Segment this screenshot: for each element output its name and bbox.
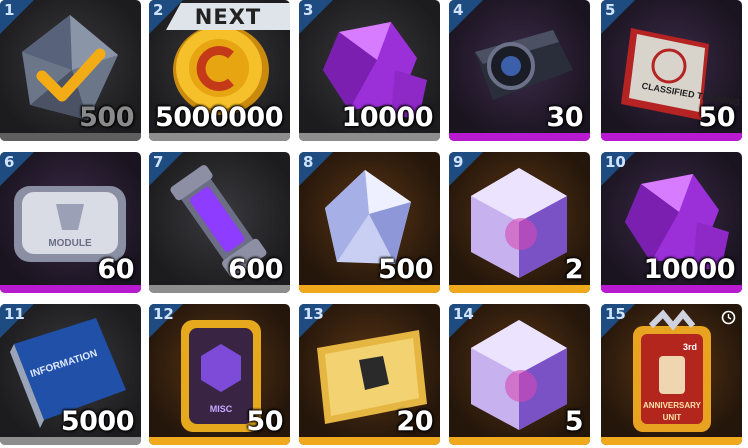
- reward-tile-11[interactable]: INFORMATION 11 5000: [0, 304, 141, 445]
- tile-quantity: 20: [396, 406, 433, 437]
- rarity-bar: [149, 133, 290, 141]
- reward-tile-3[interactable]: 3 10000: [299, 0, 440, 141]
- misc-label: MISC: [210, 404, 233, 414]
- anniversary-label: ANNIVERSARY: [643, 401, 702, 410]
- rarity-bar: [601, 133, 742, 141]
- rarity-bar: [149, 285, 290, 293]
- rarity-bar: [149, 437, 290, 445]
- tile-number: 3: [303, 1, 314, 19]
- rarity-bar: [0, 285, 141, 293]
- tile-quantity: 2: [564, 254, 584, 285]
- rarity-bar: [449, 133, 590, 141]
- tile-number: 9: [453, 153, 464, 171]
- rarity-bar: [0, 437, 141, 445]
- reward-tile-9[interactable]: 9 2: [449, 152, 590, 293]
- tile-quantity: 5: [564, 406, 584, 437]
- tile-number: 4: [453, 1, 464, 19]
- reward-tile-14[interactable]: 14 5: [449, 304, 590, 445]
- tile-number: 7: [153, 153, 164, 171]
- tile-quantity: 10000: [643, 254, 736, 285]
- reward-tile-13[interactable]: 13 20: [299, 304, 440, 445]
- rarity-bar: [601, 285, 742, 293]
- tile-number: 6: [4, 153, 15, 171]
- tile-number: 1: [4, 1, 15, 19]
- rarity-bar: [0, 133, 141, 141]
- tile-quantity: 500: [79, 102, 134, 133]
- tile-number: 11: [4, 305, 25, 323]
- reward-tile-15[interactable]: 3rd ANNIVERSARY UNIT 15: [601, 304, 742, 445]
- reward-tile-4[interactable]: 4 30: [449, 0, 590, 141]
- tile-quantity: 50: [698, 102, 735, 133]
- reward-tile-7[interactable]: 7 600: [149, 152, 290, 293]
- tile-number: 14: [453, 305, 474, 323]
- module-label: MODULE: [48, 238, 92, 249]
- rarity-bar: [299, 285, 440, 293]
- anniversary-number: 3rd: [683, 342, 697, 352]
- tile-quantity: 60: [97, 254, 134, 285]
- reward-tile-10[interactable]: 10 10000: [601, 152, 742, 293]
- rarity-bar: [601, 437, 742, 445]
- tile-quantity: 600: [228, 254, 283, 285]
- tile-number: 15: [605, 305, 626, 323]
- tile-number: 8: [303, 153, 314, 171]
- rarity-bar: [449, 285, 590, 293]
- tile-quantity: 50: [246, 406, 283, 437]
- reward-tile-6[interactable]: MODULE 6 60: [0, 152, 141, 293]
- rarity-bar: [299, 133, 440, 141]
- reward-tile-12[interactable]: MISC 12 50: [149, 304, 290, 445]
- reward-tile-1[interactable]: 1 500: [0, 0, 141, 141]
- tile-number: 5: [605, 1, 616, 19]
- tile-quantity: 10000: [341, 102, 434, 133]
- rarity-bar: [299, 437, 440, 445]
- tile-quantity: 5000: [60, 406, 135, 437]
- tile-quantity: 500: [378, 254, 433, 285]
- rarity-bar: [449, 437, 590, 445]
- clock-icon: [721, 310, 736, 325]
- tile-number: 13: [303, 305, 324, 323]
- tile-number: 2: [153, 1, 164, 19]
- tile-quantity: 30: [546, 102, 583, 133]
- reward-tile-8[interactable]: 8 500: [299, 152, 440, 293]
- unit-label: UNIT: [663, 413, 682, 422]
- tile-number: 10: [605, 153, 626, 171]
- next-reward-label: NEXT: [166, 3, 290, 30]
- tile-quantity: 5000000: [154, 102, 284, 133]
- reward-tile-5[interactable]: CLASSIFIED TRAINING 5 50: [601, 0, 742, 141]
- tile-number: 12: [153, 305, 174, 323]
